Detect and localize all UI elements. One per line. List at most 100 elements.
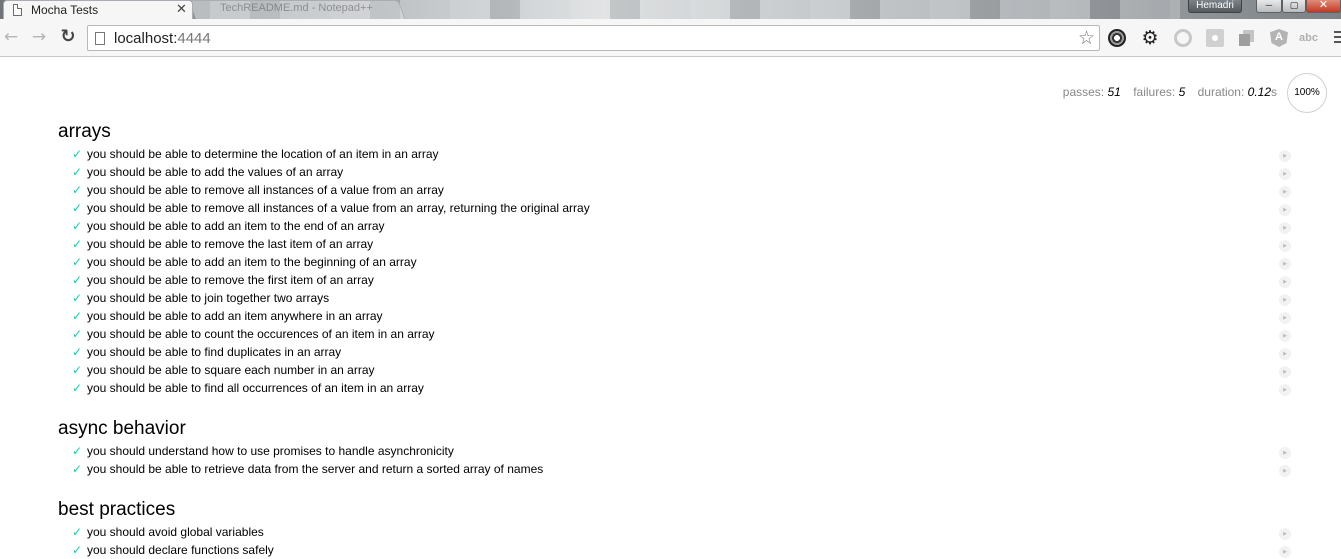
test-row[interactable]: ✓ you should be able to determine the loc… [58,145,1298,163]
bookmark-star-icon[interactable]: ☆ [1078,27,1095,49]
check-icon: ✓ [72,183,83,197]
test-row[interactable]: ✓ you should be able to retrieve data fro… [58,460,1298,478]
replay-icon[interactable]: ▶ [1279,222,1291,234]
angular-icon[interactable] [1270,29,1288,47]
check-icon: ✓ [72,237,83,251]
test-row[interactable]: ✓ you should be able to remove all instan… [58,181,1298,199]
tab-strip: TechREADME.md - Notepad++ Mocha Tests ✕ … [0,0,1341,19]
test-title[interactable]: you should be able to add the values of … [87,165,343,179]
check-icon: ✓ [72,147,83,161]
reload-icon[interactable]: ↻ [58,27,78,47]
suite-title[interactable]: async behavior [58,418,1298,440]
test-title[interactable]: you should be able to find duplicates in… [87,345,341,359]
passes-stat[interactable]: passes: 51 [1063,85,1121,99]
suite-title[interactable]: arrays [58,121,1298,143]
stack-extension-icon[interactable] [1238,29,1256,47]
page-icon [13,4,22,16]
test-row[interactable]: ✓ you should be able to add an item anywh… [58,307,1298,325]
replay-icon[interactable]: ▶ [1279,348,1291,360]
url-port: 4444 [177,30,211,47]
test-row[interactable]: ✓ you should be able to find all occurren… [58,379,1298,397]
test-title[interactable]: you should avoid global variables [87,525,264,539]
gear-icon[interactable]: ⚙ [1141,29,1159,48]
replay-icon[interactable]: ▶ [1279,168,1291,180]
url-text[interactable]: localhost:4444 [114,30,211,47]
test-row[interactable]: ✓ you should be able to add an item to th… [58,217,1298,235]
test-suite: arrays ✓ you should be able to determine t… [58,121,1298,397]
failures-stat[interactable]: failures: 5 [1133,85,1185,99]
test-row[interactable]: ✓ you should be able to find duplicates i… [58,343,1298,361]
test-title[interactable]: you should be able to add an item anywhe… [87,309,383,323]
replay-icon[interactable]: ▶ [1279,204,1291,216]
test-title[interactable]: you should be able to remove the last it… [87,237,373,251]
test-title[interactable]: you should be able to add an item to the… [87,255,417,269]
minimize-button[interactable]: ─ [1256,0,1282,13]
window-close-button[interactable]: ✕ [1306,0,1341,13]
test-title[interactable]: you should understand how to use promise… [87,444,454,458]
replay-icon[interactable]: ▶ [1279,366,1291,378]
replay-icon[interactable]: ▶ [1279,150,1291,162]
test-row[interactable]: ✓ you should be able to count the occuren… [58,325,1298,343]
test-suite: best practices ✓ you should avoid global v… [58,499,1298,559]
replay-icon[interactable]: ▶ [1279,546,1291,558]
address-bar[interactable]: localhost:4444 ☆ [87,25,1100,51]
test-row[interactable]: ✓ you should declare functions safely ▶ [58,541,1298,559]
check-icon: ✓ [72,327,83,341]
test-title[interactable]: you should be able to remove the first i… [87,273,374,287]
failures-count: 5 [1178,85,1186,99]
tab-title: Mocha Tests [31,3,99,17]
replay-icon[interactable]: ▶ [1279,240,1291,252]
film-reel-icon[interactable] [1108,29,1126,47]
test-title[interactable]: you should be able to remove all instanc… [87,183,444,197]
check-icon: ✓ [72,462,83,476]
test-title[interactable]: you should be able to find all occurrenc… [87,381,424,395]
test-row[interactable]: ✓ you should be able to remove the first … [58,271,1298,289]
square-extension-icon[interactable] [1206,29,1224,47]
check-icon: ✓ [72,219,83,233]
abc-extension-icon[interactable]: abc [1299,29,1321,47]
check-icon: ✓ [72,273,83,287]
replay-icon[interactable]: ▶ [1279,528,1291,540]
forward-arrow-icon[interactable]: → [29,27,49,47]
test-title[interactable]: you should be able to add an item to the… [87,219,385,233]
replay-icon[interactable]: ▶ [1279,294,1291,306]
test-title[interactable]: you should be able to determine the loca… [87,147,439,161]
check-icon: ✓ [72,525,83,539]
duration-stat: duration: 0.12s [1197,85,1277,99]
suite-title[interactable]: best practices [58,499,1298,521]
menu-icon[interactable] [1334,31,1341,45]
test-title[interactable]: you should declare functions safely [87,543,274,557]
replay-icon[interactable]: ▶ [1279,330,1291,342]
inactive-tab-title[interactable]: TechREADME.md - Notepad++ [220,2,373,14]
test-row[interactable]: ✓ you should avoid global variables ▶ [58,523,1298,541]
circle-extension-icon[interactable] [1174,29,1192,47]
close-icon[interactable]: ✕ [176,2,187,17]
check-icon: ✓ [72,201,83,215]
test-title[interactable]: you should be able to count the occurenc… [87,327,435,341]
test-title[interactable]: you should be able to join together two … [87,291,329,305]
replay-icon[interactable]: ▶ [1279,186,1291,198]
test-row[interactable]: ✓ you should be able to add an item to th… [58,253,1298,271]
test-row[interactable]: ✓ you should be able to join together two… [58,289,1298,307]
test-row[interactable]: ✓ you should understand how to use promis… [58,442,1298,460]
test-row[interactable]: ✓ you should be able to add the values of… [58,163,1298,181]
test-row[interactable]: ✓ you should be able to remove all instan… [58,199,1298,217]
profile-badge[interactable]: Hemadri [1188,0,1242,13]
replay-icon[interactable]: ▶ [1279,258,1291,270]
test-title[interactable]: you should be able to square each number… [87,363,375,377]
back-arrow-icon[interactable]: ← [1,27,21,47]
progress-ring: 100% [1287,73,1327,113]
test-row[interactable]: ✓ you should be able to remove the last i… [58,235,1298,253]
replay-icon[interactable]: ▶ [1279,465,1291,477]
maximize-button[interactable]: ▢ [1282,0,1306,13]
replay-icon[interactable]: ▶ [1279,312,1291,324]
replay-icon[interactable]: ▶ [1279,276,1291,288]
check-icon: ✓ [72,363,83,377]
active-tab[interactable]: Mocha Tests ✕ [3,0,193,19]
test-row[interactable]: ✓ you should be able to square each numbe… [58,361,1298,379]
replay-icon[interactable]: ▶ [1279,447,1291,459]
test-title[interactable]: you should be able to remove all instanc… [87,201,590,215]
test-title[interactable]: you should be able to retrieve data from… [87,462,543,476]
check-icon: ✓ [72,255,83,269]
replay-icon[interactable]: ▶ [1279,384,1291,396]
